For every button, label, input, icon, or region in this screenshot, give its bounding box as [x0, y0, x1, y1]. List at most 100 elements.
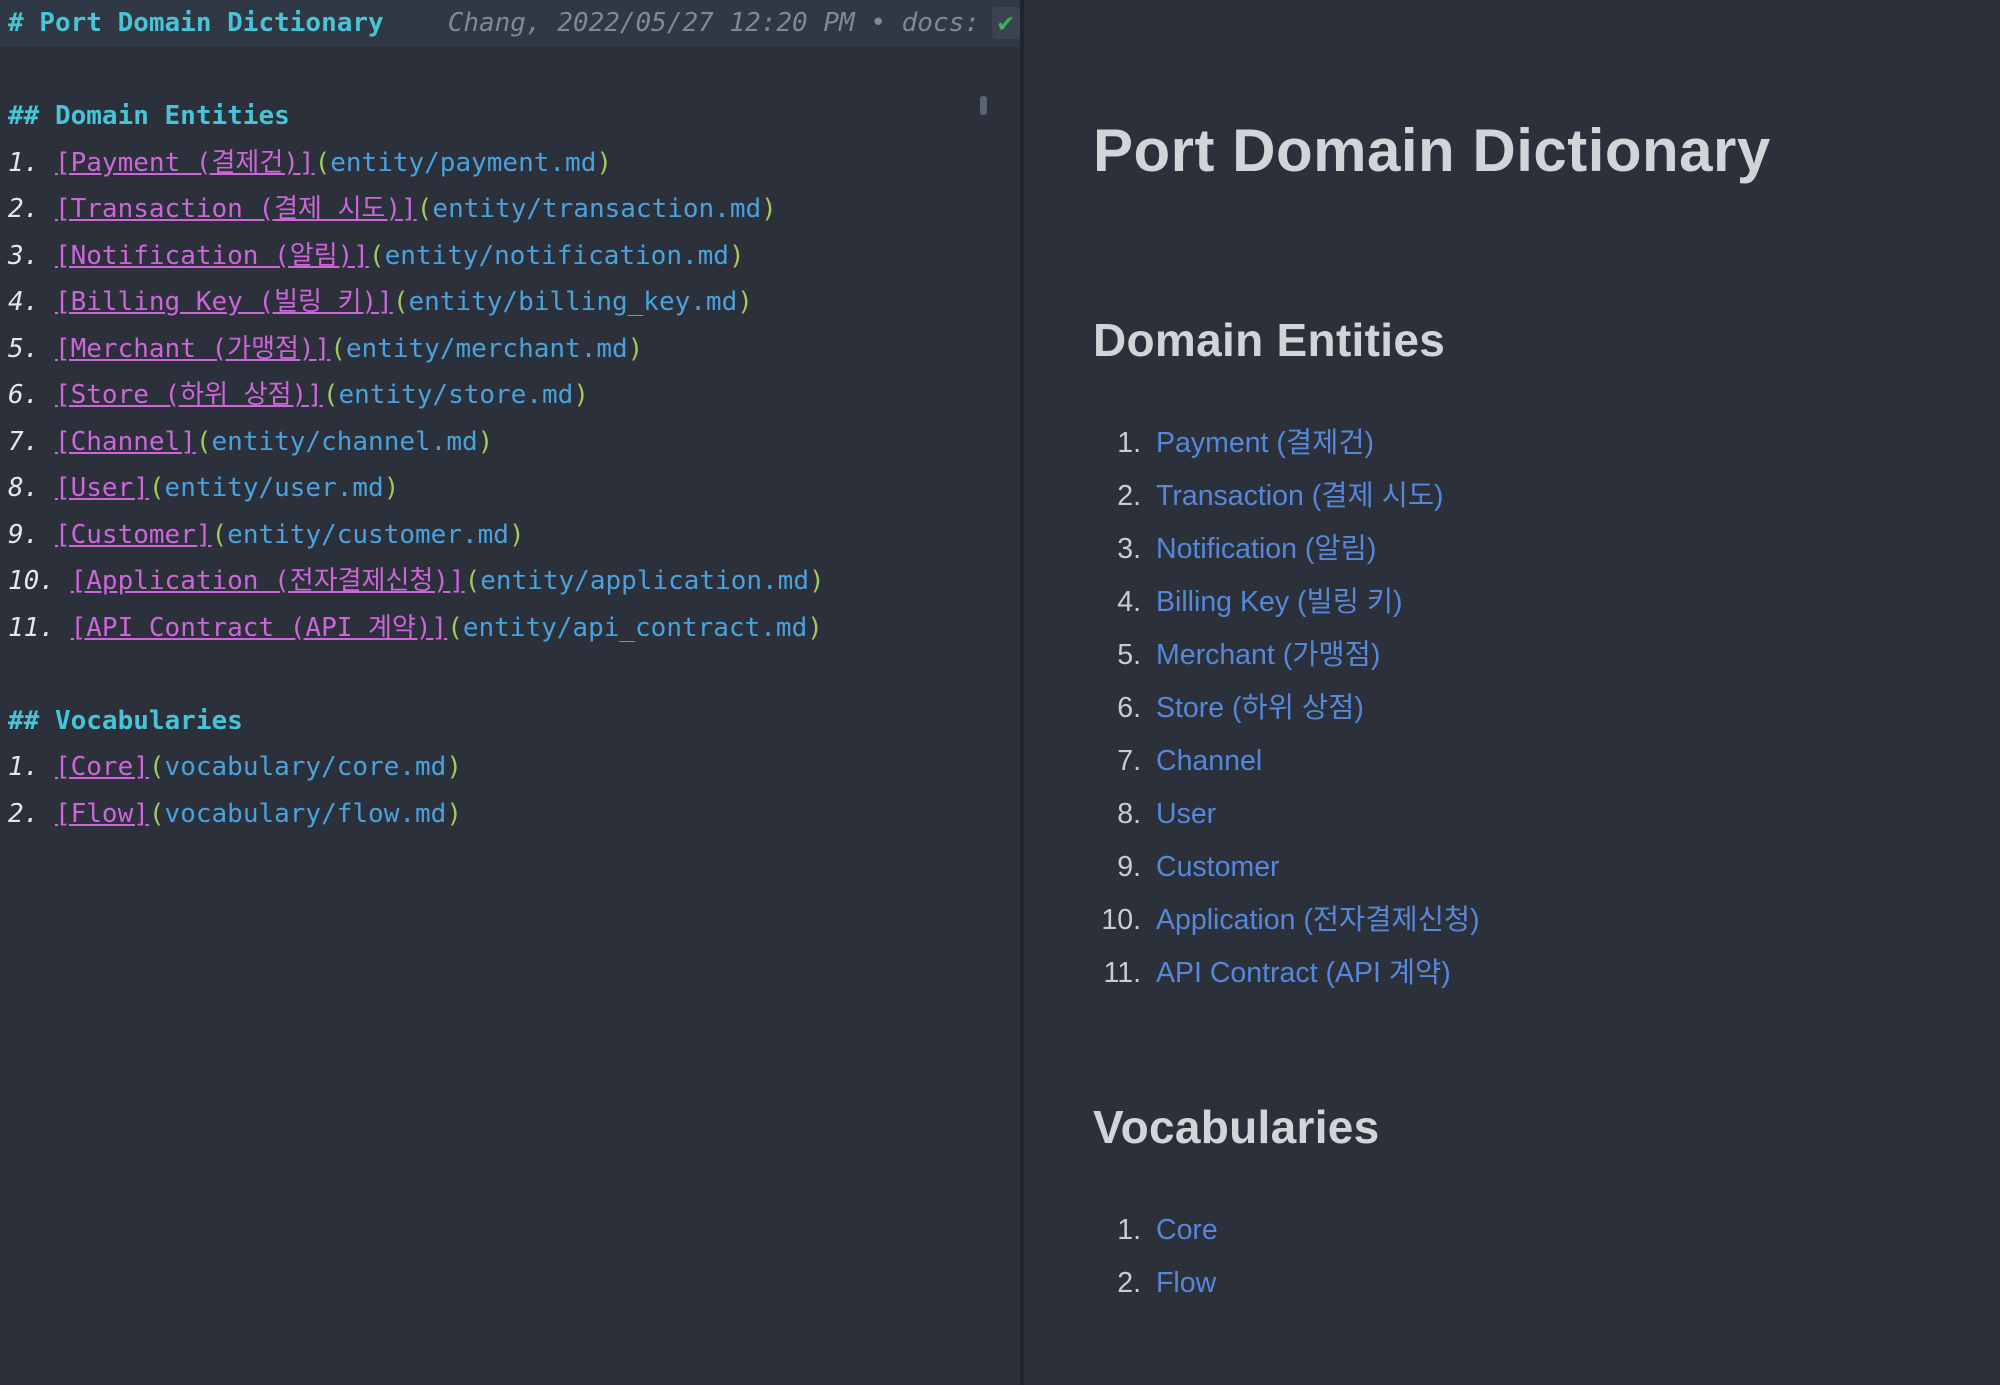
markdown-h2-source: ## Domain Entities [8, 101, 290, 131]
git-blame-annotation[interactable]: Chang, 2022/05/27 12:20 PM • docs:✔( [447, 7, 1020, 39]
markdown-list-line: 2. [Flow](vocabulary/flow.md) [0, 791, 1020, 838]
markdown-list-line: 8. [User](entity/user.md) [0, 465, 1020, 512]
preview-link[interactable]: Core [1156, 1204, 1218, 1257]
list-number: 7. [8, 426, 40, 457]
list-item: 7. Channel [1093, 735, 1960, 788]
markdown-list-line: 4. [Billing Key (빌링 키)](entity/billing_k… [0, 279, 1020, 326]
paren-open: ( [148, 752, 165, 782]
paren-open: ( [368, 240, 385, 271]
blame-text: Chang, 2022/05/27 12:20 PM • docs: [447, 8, 980, 38]
markdown-list-line: 2. [Transaction (결제 시도)](entity/transact… [0, 186, 1020, 233]
preview-link[interactable]: Payment (결제건) [1156, 417, 1374, 470]
md-link[interactable]: [Application (전자결제신청)] [71, 566, 465, 596]
paren-open: ( [330, 333, 346, 364]
list-number: 6. [8, 380, 40, 410]
preview-link[interactable]: Transaction (결제 시도) [1156, 470, 1444, 523]
list-item: 11. API Contract (API 계약) [1093, 947, 1960, 1000]
paren-close: ) [573, 380, 589, 410]
preview-link[interactable]: Application (전자결제신청) [1156, 894, 1480, 947]
list-number: 4. [8, 287, 40, 317]
preview-link[interactable]: Billing Key (빌링 키) [1156, 576, 1403, 629]
paren-open: ( [148, 798, 165, 829]
preview-page-title: Port Domain Dictionary [1093, 117, 1771, 184]
list-number: 1. [8, 147, 40, 178]
preview-link[interactable]: Merchant (가맹점) [1156, 629, 1380, 682]
paren-open: ( [148, 473, 165, 503]
md-link-target: vocabulary/flow.md [164, 798, 447, 829]
list-item-number: 1. [1117, 1214, 1141, 1246]
preview-link[interactable]: Flow [1156, 1257, 1216, 1310]
list-item-number: 6. [1117, 692, 1141, 724]
md-link-target: entity/payment.md [330, 147, 597, 178]
paren-close: ) [761, 194, 777, 224]
md-link[interactable]: [Billing Key (빌링 키)] [55, 287, 393, 317]
md-link-target: entity/store.md [338, 380, 574, 410]
markdown-editor-pane[interactable]: # Port Domain Dictionary Chang, 2022/05/2… [0, 0, 1020, 1385]
markdown-list-line: 10. [Application (전자결제신청)](entity/applic… [0, 558, 1020, 605]
paren-open: ( [211, 519, 228, 550]
paren-close: ) [477, 426, 494, 457]
list-item: 9. Customer [1093, 841, 1960, 894]
paren-close: ) [737, 287, 753, 317]
md-link[interactable]: [Store (하위 상점)] [55, 380, 323, 410]
preview-link[interactable]: Channel [1156, 735, 1262, 788]
list-item-number: 1. [1117, 427, 1141, 459]
paren-open: ( [392, 287, 409, 317]
preview-link[interactable]: User [1156, 788, 1216, 841]
list-item-number: 7. [1117, 745, 1141, 777]
list-item-number: 8. [1117, 798, 1141, 830]
list-number: 8. [8, 473, 40, 503]
md-link[interactable]: [User] [55, 473, 149, 503]
md-link-target: entity/api_contract.md [462, 612, 808, 643]
paren-open: ( [464, 566, 481, 596]
list-number: 5. [8, 333, 40, 364]
md-link-target: entity/customer.md [227, 519, 509, 550]
md-link[interactable]: [Customer] [55, 520, 212, 550]
list-item: 5. Merchant (가맹점) [1093, 629, 1960, 682]
preview-list: 1. Payment (결제건) 2. Transaction (결제 시도) 3. No… [1093, 417, 1960, 1000]
md-link[interactable]: [Merchant (가맹점)] [55, 334, 330, 364]
editor-scrollbar-thumb[interactable] [980, 96, 987, 115]
markdown-heading-line: ## Domain Entities [0, 93, 1020, 140]
markdown-preview-pane[interactable]: Port Domain Dictionary Domain Entities 1.… [1024, 0, 2000, 1385]
list-number: 1. [8, 752, 40, 782]
list-number: 10. [8, 566, 55, 596]
list-item-number: 9. [1117, 851, 1141, 883]
preview-link[interactable]: Store (하위 상점) [1156, 682, 1364, 735]
preview-link[interactable]: API Contract (API 계약) [1156, 947, 1451, 1000]
paren-close: ) [809, 566, 825, 596]
md-link[interactable]: [Flow] [55, 799, 149, 829]
list-item-number: 11. [1103, 957, 1141, 989]
preview-list: 1. Core 2. Flow [1093, 1204, 1960, 1310]
paren-open: ( [314, 147, 331, 178]
md-link[interactable]: [Transaction (결제 시도)] [55, 194, 417, 224]
list-item-number: 2. [1117, 480, 1141, 512]
preview-section-heading: Vocabularies [1093, 1101, 1380, 1153]
md-link[interactable]: [Channel] [55, 427, 196, 457]
md-link[interactable]: [API Contract (API 계약)] [71, 613, 448, 643]
list-item: 1. Payment (결제건) [1093, 417, 1960, 470]
markdown-list-line: 9. [Customer](entity/customer.md) [0, 512, 1020, 559]
preview-link[interactable]: Customer [1156, 841, 1280, 894]
paren-close: ) [446, 752, 462, 782]
list-number: 2. [8, 798, 40, 829]
list-number: 9. [8, 519, 40, 550]
paren-open: ( [416, 194, 433, 224]
list-item: 4. Billing Key (빌링 키) [1093, 576, 1960, 629]
list-item-number: 10. [1101, 904, 1141, 936]
preview-link[interactable]: Notification (알림) [1156, 523, 1376, 576]
markdown-h1-source: # Port Domain Dictionary [8, 8, 384, 38]
md-link[interactable]: [Payment (결제건)] [55, 148, 315, 178]
md-link[interactable]: [Core] [55, 752, 149, 782]
md-link-target: entity/user.md [164, 473, 384, 503]
md-link-target: entity/notification.md [384, 240, 729, 271]
list-item: 8. User [1093, 788, 1960, 841]
paren-close: ) [627, 333, 644, 364]
list-item: 6. Store (하위 상점) [1093, 682, 1960, 735]
list-item: 3. Notification (알림) [1093, 523, 1960, 576]
md-link-target: entity/application.md [480, 566, 809, 596]
paren-close: ) [807, 612, 823, 643]
list-item: 1. Core [1093, 1204, 1960, 1257]
md-link[interactable]: [Notification (알림)] [55, 241, 369, 271]
list-item-number: 2. [1117, 1267, 1141, 1299]
